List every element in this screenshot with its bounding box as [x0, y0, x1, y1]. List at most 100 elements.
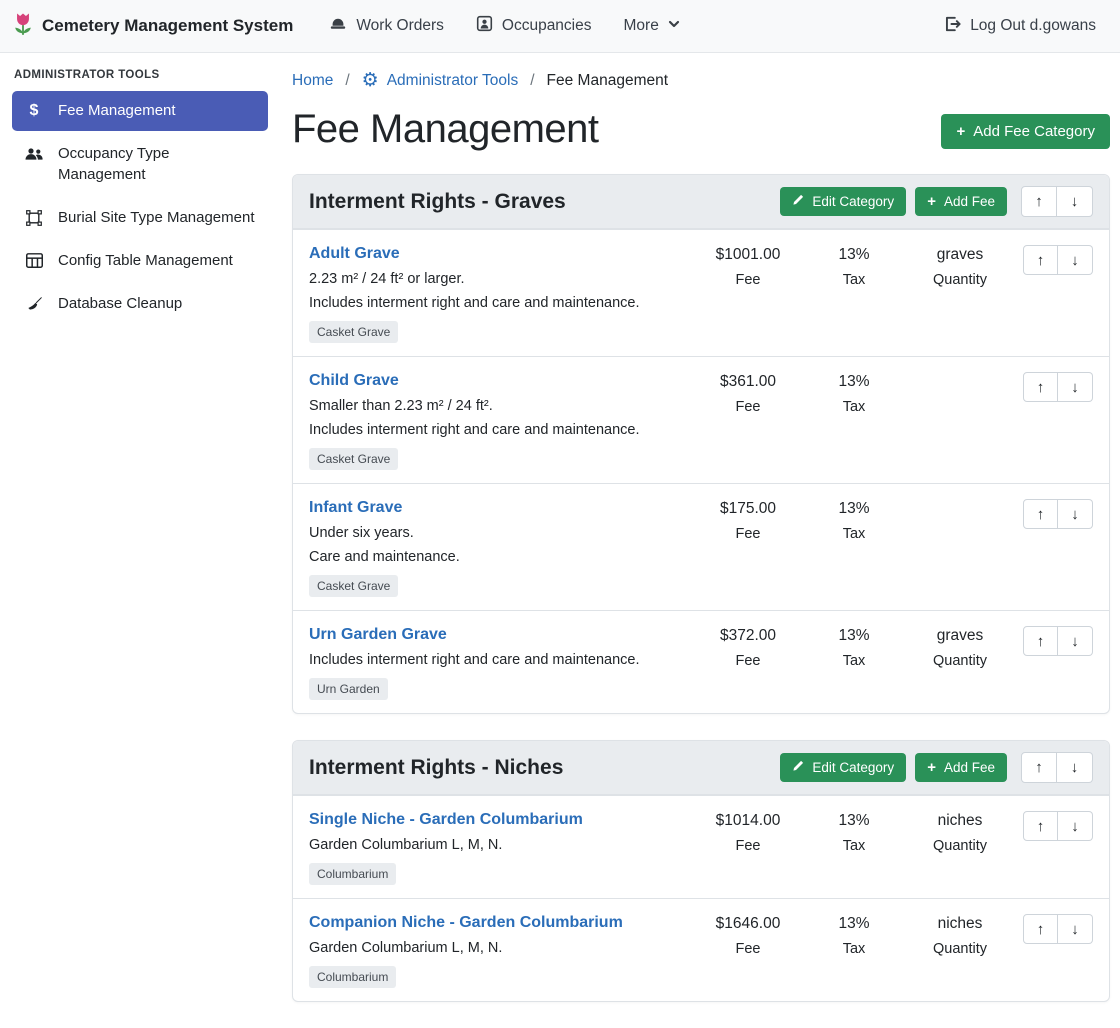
fee-move-up-button[interactable]: ↑: [1023, 811, 1058, 841]
sidebar-item-fee-management[interactable]: $ Fee Management: [12, 91, 268, 131]
fee-quantity-col: graves Quantity: [907, 245, 1013, 288]
fee-type-badge: Columbarium: [309, 966, 396, 988]
category-card-graves: Interment Rights - Graves Edit Category …: [292, 174, 1110, 714]
top-navbar: Cemetery Management System Work Orders O…: [0, 0, 1120, 53]
app-brand[interactable]: Cemetery Management System: [12, 11, 293, 42]
fee-row: Urn Garden Grave Includes interment righ…: [293, 610, 1109, 713]
plus-icon: +: [927, 760, 936, 775]
fee-tax-label: Tax: [801, 272, 907, 288]
fee-amount: $361.00: [695, 373, 801, 391]
add-fee-category-button[interactable]: + Add Fee Category: [941, 114, 1110, 149]
add-fee-button[interactable]: + Add Fee: [915, 753, 1007, 782]
fee-name-link[interactable]: Child Grave: [309, 372, 399, 389]
add-fee-label: Add Fee: [944, 194, 995, 209]
category-move-down-button[interactable]: ↓: [1057, 186, 1093, 217]
fee-move-down-button[interactable]: ↓: [1058, 626, 1093, 656]
breadcrumb-admin-tools-label: Administrator Tools: [387, 72, 519, 90]
fee-row: Companion Niche - Garden Columbarium Gar…: [293, 898, 1109, 1001]
breadcrumb-current: Fee Management: [547, 72, 669, 90]
breadcrumb-separator: /: [530, 72, 534, 90]
arrow-up-icon: ↑: [1035, 193, 1043, 210]
edit-category-button[interactable]: Edit Category: [780, 753, 906, 782]
fee-quantity-label: Quantity: [907, 838, 1013, 854]
fee-info: Urn Garden Grave Includes interment righ…: [309, 626, 695, 700]
nav-work-orders[interactable]: Work Orders: [313, 7, 460, 46]
fee-name-link[interactable]: Infant Grave: [309, 499, 402, 516]
category-move-down-button[interactable]: ↓: [1057, 752, 1093, 783]
fee-amount-label: Fee: [695, 399, 801, 415]
logout-button[interactable]: Log Out d.gowans: [937, 14, 1102, 39]
arrow-up-icon: ↑: [1037, 252, 1045, 269]
fee-name-link[interactable]: Urn Garden Grave: [309, 626, 447, 643]
edit-category-label: Edit Category: [812, 760, 894, 775]
app-title: Cemetery Management System: [42, 16, 293, 36]
sidebar-item-occupancy-type[interactable]: Occupancy Type Management: [12, 134, 268, 195]
breadcrumb-admin-tools-link[interactable]: ⚙ Administrator Tools: [362, 71, 519, 90]
fee-description: Includes interment right and care and ma…: [309, 422, 685, 438]
nav-more[interactable]: More: [608, 9, 696, 43]
fee-amount-col: $175.00 Fee: [695, 499, 801, 542]
arrow-down-icon: ↓: [1071, 921, 1079, 938]
fee-amount: $1646.00: [695, 915, 801, 933]
fee-move-up-button[interactable]: ↑: [1023, 245, 1058, 275]
breadcrumb-home-link[interactable]: Home: [292, 72, 333, 90]
admin-sidebar: ADMINISTRATOR TOOLS $ Fee Management Occ…: [0, 53, 280, 338]
fee-tax-label: Tax: [801, 838, 907, 854]
edit-category-label: Edit Category: [812, 194, 894, 209]
category-move-up-button[interactable]: ↑: [1021, 752, 1057, 783]
broom-icon: [24, 296, 44, 313]
fee-name-link[interactable]: Single Niche - Garden Columbarium: [309, 811, 583, 828]
fee-reorder-group: ↑ ↓: [1013, 626, 1093, 656]
fee-info: Companion Niche - Garden Columbarium Gar…: [309, 914, 695, 988]
fee-move-up-button[interactable]: ↑: [1023, 914, 1058, 944]
category-header: Interment Rights - Niches Edit Category …: [293, 741, 1109, 795]
fee-amount-col: $361.00 Fee: [695, 372, 801, 415]
sidebar-item-burial-site-type[interactable]: Burial Site Type Management: [12, 198, 268, 238]
fee-move-up-button[interactable]: ↑: [1023, 372, 1058, 402]
fee-amount: $1001.00: [695, 246, 801, 264]
arrow-down-icon: ↓: [1071, 506, 1079, 523]
fee-row: Single Niche - Garden Columbarium Garden…: [293, 795, 1109, 898]
fee-name-link[interactable]: Adult Grave: [309, 245, 400, 262]
edit-category-button[interactable]: Edit Category: [780, 187, 906, 216]
arrow-up-icon: ↑: [1037, 921, 1045, 938]
fee-tax-col: 13% Tax: [801, 245, 907, 288]
fee-amount-col: $1001.00 Fee: [695, 245, 801, 288]
nav-occupancies[interactable]: Occupancies: [460, 7, 608, 45]
fee-move-down-button[interactable]: ↓: [1058, 245, 1093, 275]
add-fee-button[interactable]: + Add Fee: [915, 187, 1007, 216]
fee-tax-col: 13% Tax: [801, 811, 907, 854]
fee-type-badge: Casket Grave: [309, 321, 398, 343]
fee-amount-col: $1014.00 Fee: [695, 811, 801, 854]
arrow-down-icon: ↓: [1071, 818, 1079, 835]
fee-move-down-button[interactable]: ↓: [1058, 914, 1093, 944]
arrow-up-icon: ↑: [1035, 759, 1043, 776]
logout-label: Log Out d.gowans: [970, 17, 1096, 35]
nav-work-orders-label: Work Orders: [356, 17, 444, 35]
fee-move-down-button[interactable]: ↓: [1058, 811, 1093, 841]
fee-row: Child Grave Smaller than 2.23 m² / 24 ft…: [293, 356, 1109, 483]
fee-tax-col: 13% Tax: [801, 914, 907, 957]
fee-quantity-unit: graves: [907, 246, 1013, 264]
nav-occupancies-label: Occupancies: [502, 17, 592, 35]
gear-icon: ⚙: [362, 71, 379, 90]
category-move-up-button[interactable]: ↑: [1021, 186, 1057, 217]
fee-move-up-button[interactable]: ↑: [1023, 499, 1058, 529]
fee-amount-label: Fee: [695, 941, 801, 957]
sidebar-item-config-table[interactable]: Config Table Management: [12, 241, 268, 281]
fee-name-link[interactable]: Companion Niche - Garden Columbarium: [309, 914, 623, 931]
fee-move-down-button[interactable]: ↓: [1058, 499, 1093, 529]
page-header: Fee Management + Add Fee Category: [292, 106, 1110, 152]
sidebar-item-label: Burial Site Type Management: [58, 208, 255, 228]
arrow-up-icon: ↑: [1037, 818, 1045, 835]
fee-move-down-button[interactable]: ↓: [1058, 372, 1093, 402]
fee-description: Under six years.: [309, 525, 685, 541]
sidebar-item-database-cleanup[interactable]: Database Cleanup: [12, 284, 268, 324]
fee-move-up-button[interactable]: ↑: [1023, 626, 1058, 656]
fee-amount: $372.00: [695, 627, 801, 645]
fee-quantity-col: niches Quantity: [907, 811, 1013, 854]
category-card-niches: Interment Rights - Niches Edit Category …: [292, 740, 1110, 1002]
fee-row: Infant Grave Under six years. Care and m…: [293, 483, 1109, 610]
chevron-down-icon: [668, 17, 680, 35]
plus-icon: +: [927, 194, 936, 209]
